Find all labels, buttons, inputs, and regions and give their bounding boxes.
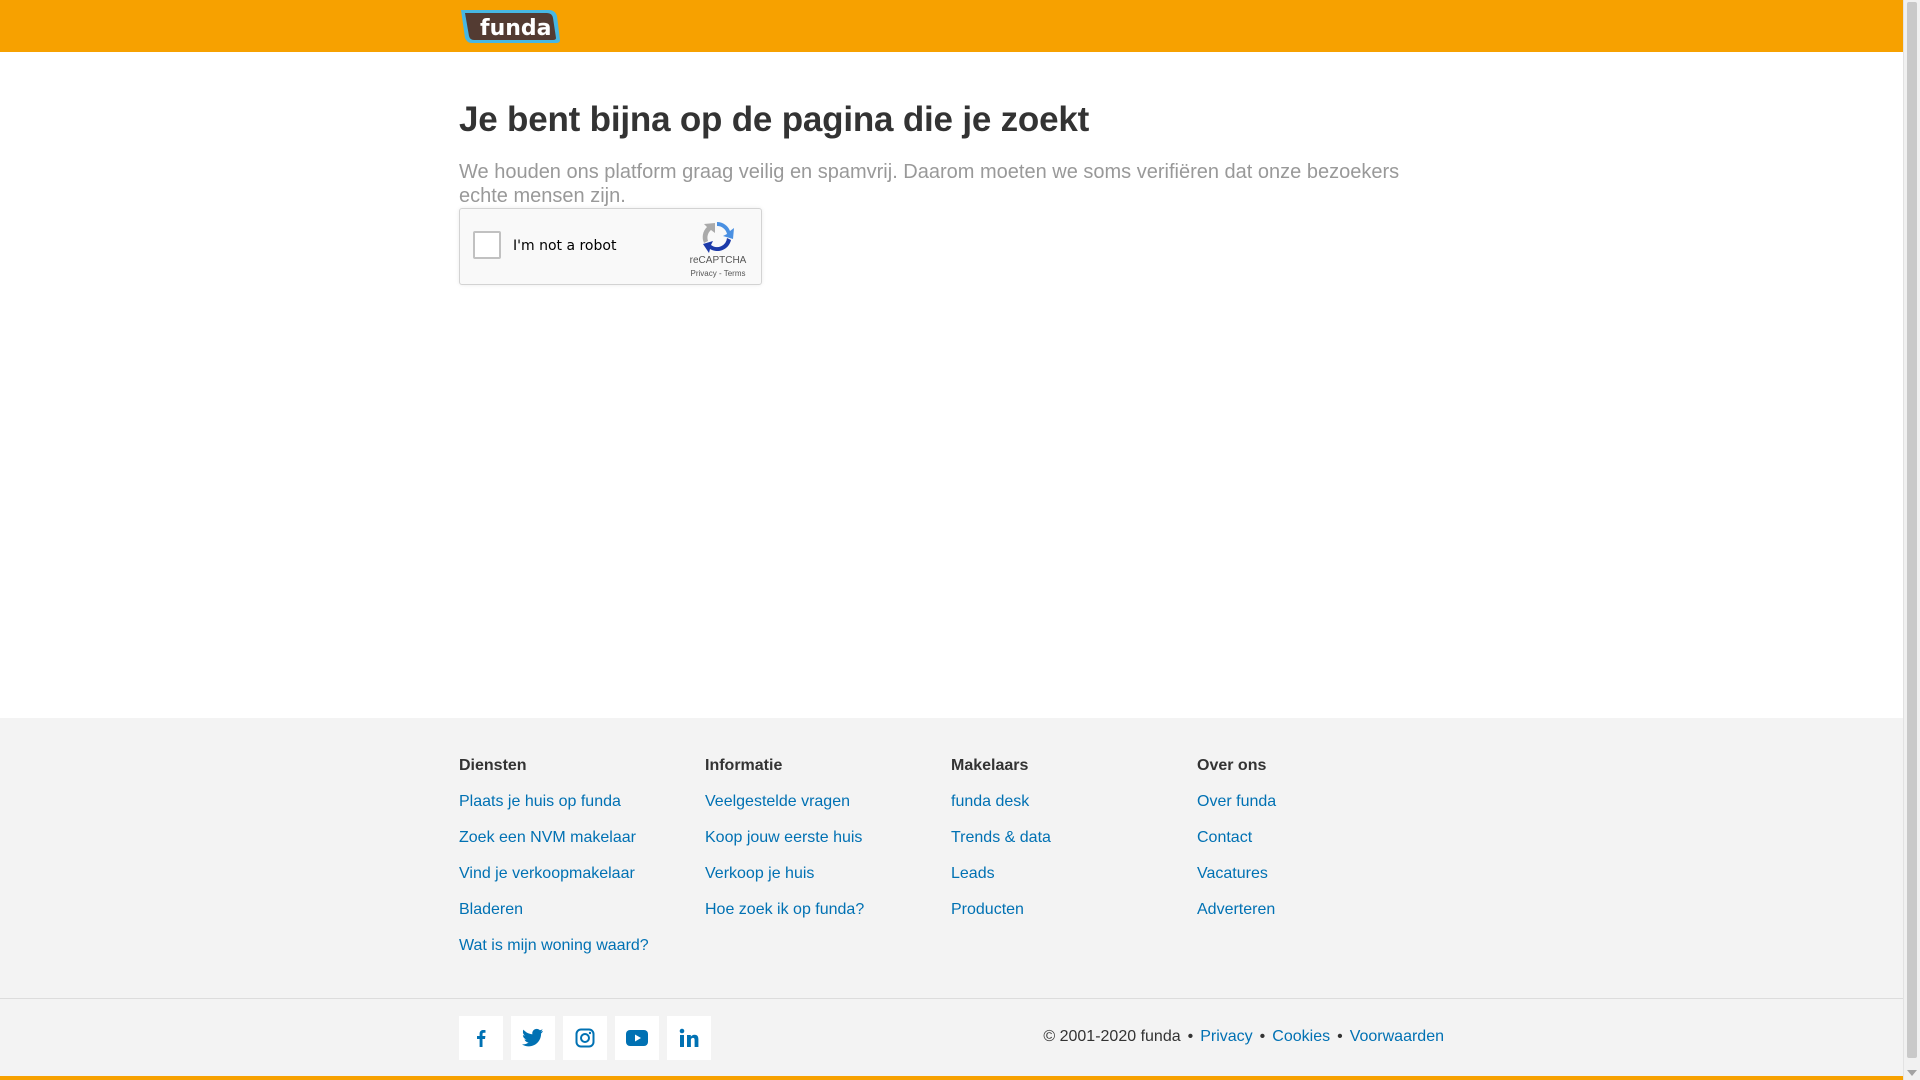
privacy-link[interactable]: Privacy <box>1200 1028 1252 1046</box>
logo-text: funda <box>480 16 552 41</box>
footer-link[interactable]: Zoek een NVM makelaar <box>459 828 699 848</box>
legal-bar: © 2001-2020 funda • Privacy • Cookies • … <box>1043 1026 1444 1048</box>
funda-logo[interactable]: funda <box>459 7 561 45</box>
footer-column-over-ons: Over ons Over funda Contact Vacatures Ad… <box>1197 756 1437 920</box>
footer-columns: Diensten Plaats je huis op funda Zoek ee… <box>459 756 1459 996</box>
recaptcha-privacy-terms[interactable]: Privacy - Terms <box>680 269 756 278</box>
recaptcha-icon <box>698 219 736 253</box>
recaptcha-checkbox[interactable] <box>473 231 501 259</box>
copyright-text: © 2001-2020 funda <box>1043 1028 1181 1045</box>
footer-column-diensten: Diensten Plaats je huis op funda Zoek ee… <box>459 756 699 956</box>
footer-link[interactable]: Adverteren <box>1197 900 1437 920</box>
footer-column-makelaars: Makelaars funda desk Trends & data Leads… <box>951 756 1191 920</box>
cookies-link[interactable]: Cookies <box>1272 1028 1330 1046</box>
separator-dot: • <box>1259 1028 1266 1045</box>
footer-link[interactable]: Hoe zoek ik op funda? <box>705 900 945 920</box>
footer-divider <box>0 998 1903 999</box>
scroll-down-arrow-icon[interactable] <box>1907 1070 1917 1076</box>
youtube-icon <box>626 1030 648 1046</box>
separator-dot: • <box>1337 1028 1343 1045</box>
footer-column-heading: Informatie <box>705 757 783 774</box>
footer-link[interactable]: Over funda <box>1197 792 1437 812</box>
footer-column-informatie: Informatie Veelgestelde vragen Koop jouw… <box>705 756 945 920</box>
footer-link[interactable]: Trends & data <box>951 828 1191 848</box>
footer-column-heading: Makelaars <box>951 757 1029 774</box>
footer-link[interactable]: Vacatures <box>1197 864 1437 884</box>
youtube-button[interactable] <box>615 1016 659 1060</box>
scrollbar-thumb[interactable] <box>1907 2 1917 1058</box>
linkedin-icon <box>679 1028 699 1047</box>
footer-link[interactable]: Veelgestelde vragen <box>705 792 945 812</box>
recaptcha-widget: I'm not a robot reCAPTCHA Privacy - Term… <box>459 208 762 285</box>
instagram-button[interactable] <box>563 1016 607 1060</box>
intro-text: We houden ons platform graag veilig en s… <box>459 161 1400 207</box>
footer-link[interactable]: Koop jouw eerste huis <box>705 828 945 848</box>
footer-link[interactable]: Leads <box>951 864 1191 884</box>
twitter-button[interactable] <box>511 1016 555 1060</box>
footer-column-heading: Diensten <box>459 757 527 774</box>
instagram-icon <box>575 1028 595 1048</box>
footer-column-heading: Over ons <box>1197 757 1267 774</box>
footer-link[interactable]: Contact <box>1197 828 1437 848</box>
facebook-icon <box>477 1030 486 1047</box>
twitter-icon <box>522 1028 544 1047</box>
footer-link[interactable]: Wat is mijn woning waard? <box>459 936 699 956</box>
recaptcha-brand: reCAPTCHA <box>689 255 747 266</box>
footer-link[interactable]: Bladeren <box>459 900 699 920</box>
footer: Diensten Plaats je huis op funda Zoek ee… <box>0 718 1903 1080</box>
vertical-scrollbar[interactable] <box>1903 0 1920 1080</box>
footer-link[interactable]: Plaats je huis op funda <box>459 792 699 812</box>
funda-logo-icon: funda <box>461 10 560 43</box>
facebook-button[interactable] <box>459 1016 503 1060</box>
linkedin-button[interactable] <box>667 1016 711 1060</box>
footer-link[interactable]: Producten <box>951 900 1191 920</box>
footer-link[interactable]: Vind je verkoopmakelaar <box>459 864 699 884</box>
page-title: Je bent bijna op de pagina die je zoekt <box>459 100 1090 139</box>
footer-link[interactable]: funda desk <box>951 792 1191 812</box>
footer-link[interactable]: Verkoop je huis <box>705 864 945 884</box>
top-bar: funda <box>0 0 1903 52</box>
voorwaarden-link[interactable]: Voorwaarden <box>1350 1028 1444 1046</box>
separator-dot: • <box>1187 1028 1194 1045</box>
recaptcha-label: I'm not a robot <box>513 238 617 254</box>
bottom-accent-bar <box>0 1076 1903 1080</box>
